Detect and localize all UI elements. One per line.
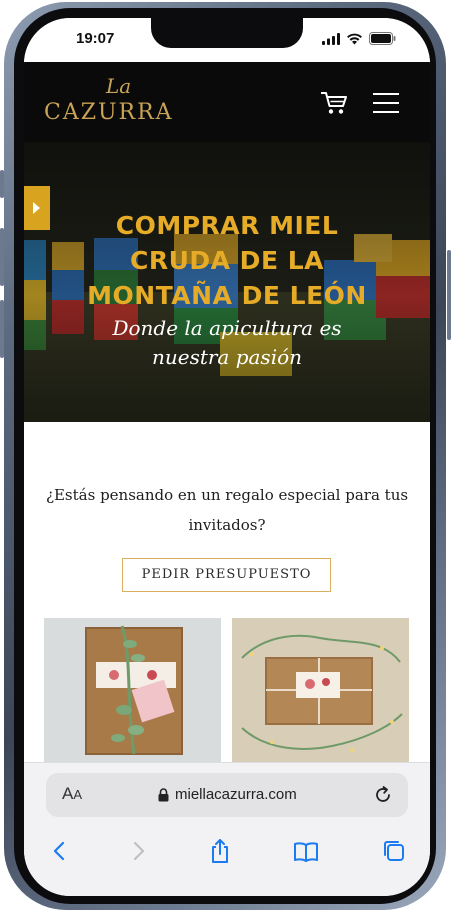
reader-settings-button[interactable]: AA <box>62 784 82 804</box>
gift-question: ¿Estás pensando en un regalo especial pa… <box>42 480 412 540</box>
request-quote-button[interactable]: PEDIR PRESUPUESTO <box>122 558 331 592</box>
hamburger-menu-icon-line <box>373 111 399 113</box>
hero-subtitle: Donde la apicultura es nuestra pasión <box>54 314 400 372</box>
gift-box-photo[interactable] <box>44 618 221 764</box>
brand-logo[interactable]: La CAZURRA <box>44 74 214 134</box>
wifi-icon <box>347 33 362 44</box>
back-button[interactable] <box>46 837 74 865</box>
battery-icon <box>369 32 396 45</box>
bookmarks-icon <box>294 842 318 862</box>
status-time: 19:07 <box>76 30 115 47</box>
logo-prefix: La <box>106 74 132 98</box>
reload-icon <box>376 786 390 802</box>
browser-toolbar: AA miellacazurra.com <box>24 762 430 896</box>
power-button <box>447 250 451 340</box>
bookmarks-button[interactable] <box>292 837 320 865</box>
url-text: miellacazurra.com <box>175 786 297 803</box>
shopping-cart-icon <box>321 92 347 114</box>
gift-question-line: invitados? <box>188 516 266 534</box>
status-icons <box>322 32 396 45</box>
status-bar: 19:07 <box>24 18 430 64</box>
tabs-button[interactable] <box>380 837 408 865</box>
gift-box-image <box>232 618 409 764</box>
menu-button[interactable] <box>373 93 399 113</box>
site-header: La CAZURRA <box>24 62 430 142</box>
cellular-signal-icon <box>322 32 340 45</box>
share-button[interactable] <box>206 837 234 865</box>
aa-label-small: A <box>73 787 83 802</box>
notch <box>151 18 303 48</box>
url-display: miellacazurra.com <box>158 786 297 803</box>
reload-button[interactable] <box>372 784 394 806</box>
tabs-icon <box>384 841 404 861</box>
logo-name: CAZURRA <box>44 100 174 125</box>
main-content: ¿Estás pensando en un regalo especial pa… <box>24 422 430 782</box>
forward-button[interactable] <box>124 837 152 865</box>
hero-title-line: COMPRAR MIEL <box>115 211 339 240</box>
hero-subtitle-line: Donde la apicultura es <box>112 316 342 340</box>
screen: 19:07 La CAZURRA COMPRAR MIEL CRUDA DE L… <box>24 18 430 896</box>
gift-box-photo[interactable] <box>232 618 409 764</box>
gift-question-line: ¿Estás pensando en un regalo especial pa… <box>45 486 409 504</box>
aa-label-big: A <box>62 784 74 803</box>
hamburger-menu-icon-line <box>373 102 399 104</box>
gift-box-image <box>44 618 221 764</box>
hero-title: COMPRAR MIEL CRUDA DE LA MONTAÑA DE LEÓN <box>24 208 430 313</box>
lock-icon <box>158 787 169 801</box>
back-icon <box>53 841 65 861</box>
address-bar[interactable]: AA miellacazurra.com <box>46 773 408 817</box>
hero-title-line: CRUDA DE LA <box>129 246 324 275</box>
hero-subtitle-line: nuestra pasión <box>151 345 303 369</box>
cart-button[interactable] <box>320 90 348 116</box>
forward-icon <box>133 841 145 861</box>
share-icon <box>212 839 228 863</box>
hero-title-line: MONTAÑA DE LEÓN <box>87 281 367 310</box>
hero-banner: COMPRAR MIEL CRUDA DE LA MONTAÑA DE LEÓN… <box>24 142 430 422</box>
hamburger-menu-icon <box>373 93 399 95</box>
browser-nav-row <box>24 833 430 869</box>
